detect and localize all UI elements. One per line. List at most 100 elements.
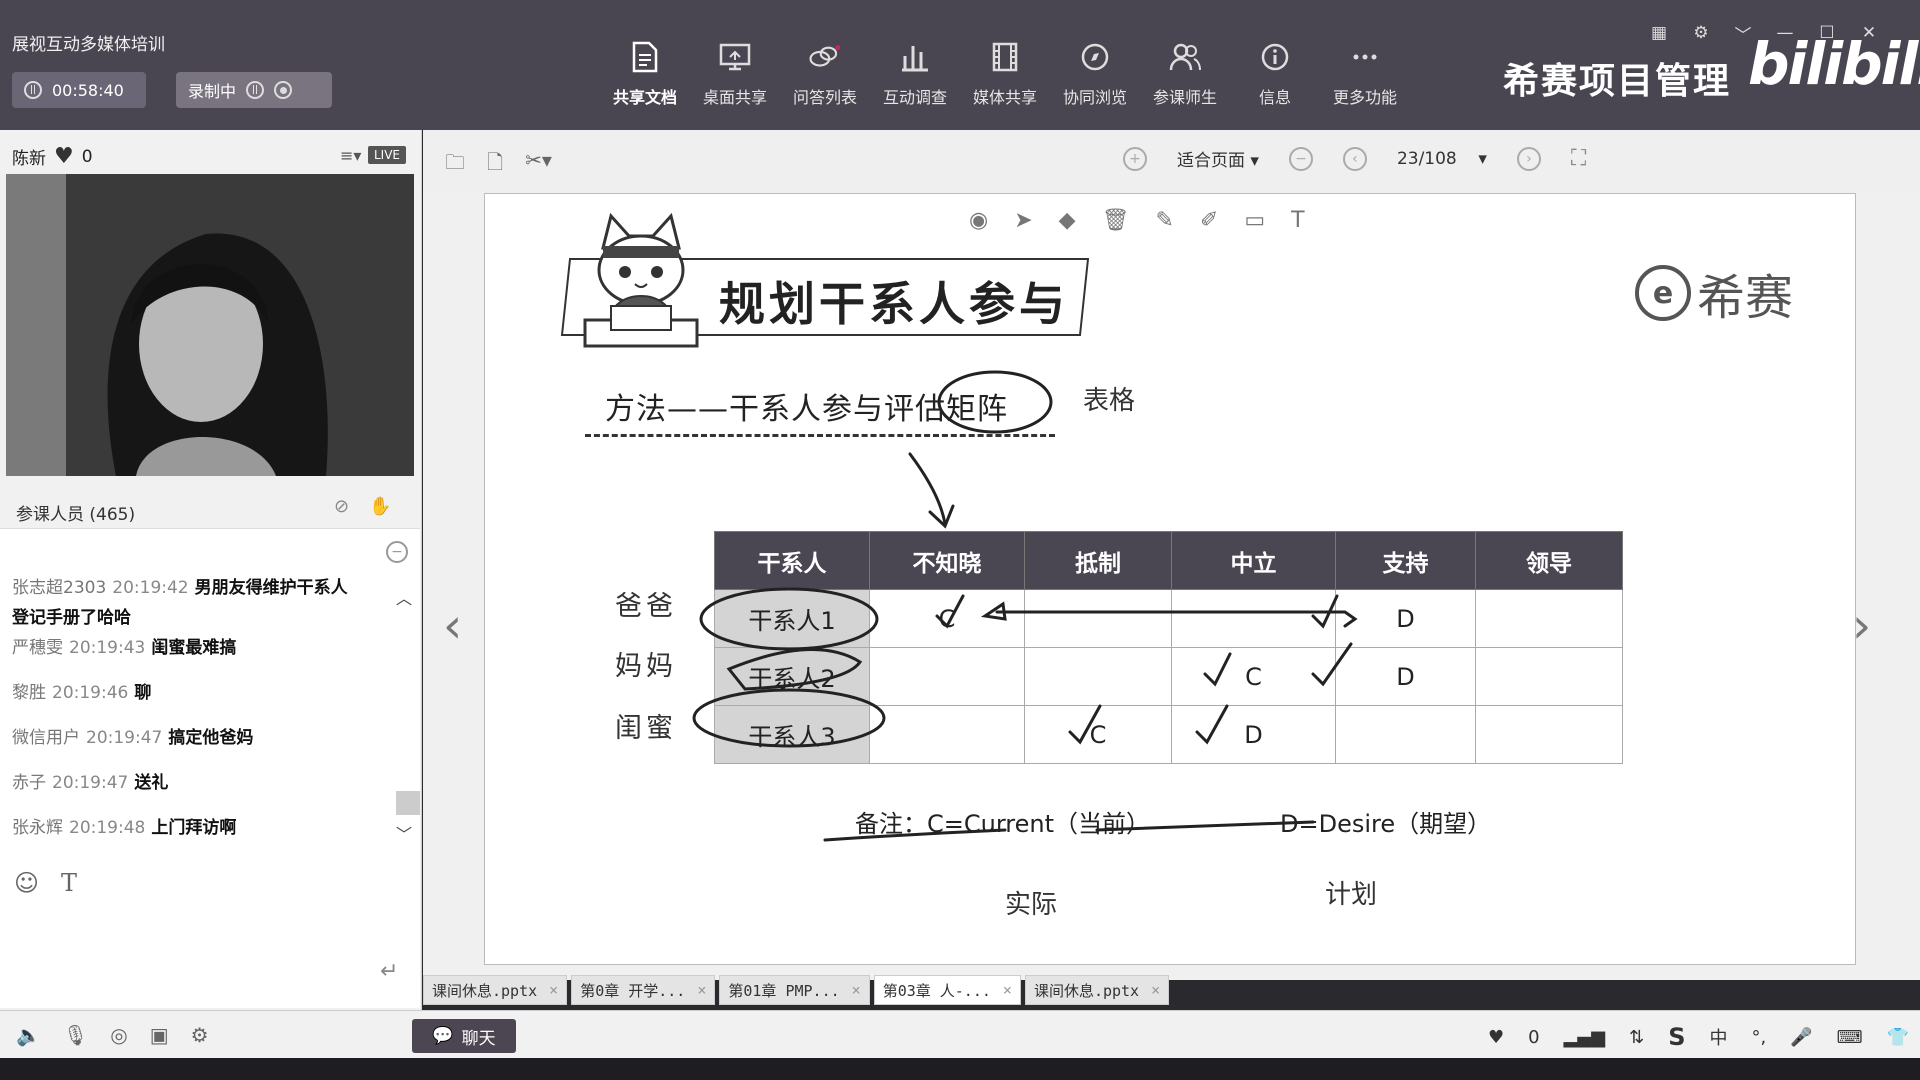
text-format-icon[interactable]: T: [61, 869, 77, 897]
presenter-row: 陈新 ♥ 0: [12, 144, 93, 169]
chat-scrollbar-thumb[interactable]: [396, 791, 420, 815]
recording-stop-icon[interactable]: [274, 81, 293, 99]
doc-tab[interactable]: 第0章 开学... ×: [571, 975, 716, 1005]
layout-icon[interactable]: ▦: [1648, 22, 1670, 44]
emoji-icon[interactable]: ☺: [14, 869, 39, 897]
matrix-header: 支持: [1335, 531, 1476, 590]
live-badge: LIVE: [368, 146, 407, 164]
tool-qa-list[interactable]: 问答列表: [780, 40, 870, 108]
prev-slide-arrow[interactable]: ‹: [443, 598, 462, 654]
tool-survey[interactable]: 互动调查: [870, 40, 960, 108]
voice-input-icon[interactable]: 🎤: [1790, 1027, 1812, 1048]
keyboard-icon[interactable]: ⌨: [1837, 1027, 1863, 1048]
open-folder-icon[interactable]: 🗀: [445, 148, 465, 182]
chat-tools: ☺ T: [14, 869, 77, 897]
status-area: ♥ 0 ▂▄▆ ⇅ S 中 °, 🎤 ⌨ 👕 ▦: [1488, 1023, 1920, 1051]
recording-status: 录制中 ||: [176, 72, 332, 108]
close-tab-icon[interactable]: ×: [1003, 981, 1012, 999]
annotation-tools: ◉ ➤ ◆ 🗑 ✎ ✐ ▭ T: [969, 208, 1305, 233]
text-tool-icon[interactable]: T: [1291, 208, 1304, 233]
attendees-count[interactable]: 参课人员 (465): [16, 500, 135, 525]
tool-desktop-share[interactable]: 桌面共享: [690, 40, 780, 108]
settings-icon[interactable]: ⚙: [191, 1023, 209, 1047]
matrix-cell: D: [1335, 589, 1476, 648]
heart-icon[interactable]: ♥: [54, 144, 74, 169]
image-icon[interactable]: ▣: [150, 1023, 169, 1047]
doc-tab[interactable]: 第01章 PMP... ×: [719, 975, 870, 1005]
pen-icon[interactable]: ✎: [1156, 208, 1174, 233]
desktop-share-icon: [718, 40, 752, 74]
matrix-cell: C: [1171, 647, 1336, 706]
signal-icon: ▂▄▆: [1563, 1026, 1606, 1048]
close-tab-icon[interactable]: ×: [1151, 981, 1160, 999]
tool-media-share[interactable]: 媒体共享: [960, 40, 1050, 108]
tool-share-document[interactable]: 共享文档: [600, 40, 690, 108]
speaker-icon[interactable]: 🔈: [16, 1023, 41, 1047]
matrix-header: 干系人: [714, 531, 870, 590]
chat-scroll-down-icon[interactable]: ﹀: [396, 821, 412, 845]
tool-participants[interactable]: 参课师生: [1140, 40, 1230, 108]
recording-pause-icon[interactable]: ||: [246, 81, 265, 99]
ime-language[interactable]: 中: [1710, 1024, 1728, 1050]
clear-icon[interactable]: 🗑: [1102, 208, 1130, 233]
document-icon: [628, 40, 662, 74]
doc-tab[interactable]: 课间休息.pptx ×: [423, 975, 568, 1005]
chat-collapse-icon[interactable]: −: [386, 541, 408, 563]
next-page-icon[interactable]: ›: [1516, 146, 1541, 171]
settings-gear-icon[interactable]: ⚙: [1690, 22, 1712, 44]
mute-all-icon[interactable]: ⊘: [334, 496, 349, 517]
zoom-out-icon[interactable]: −: [1288, 146, 1313, 171]
page-indicator[interactable]: 23/108 ▾: [1397, 149, 1487, 169]
network-arrows-icon: ⇅: [1629, 1026, 1645, 1048]
qa-bubble-icon: [808, 40, 842, 74]
matrix-header: 不知晓: [869, 531, 1025, 590]
matrix-cell: [1475, 705, 1623, 764]
scissors-icon[interactable]: ✂▾: [525, 148, 552, 182]
doc-tab[interactable]: 课间休息.pptx ×: [1024, 975, 1170, 1005]
fullscreen-icon[interactable]: ⛶: [1571, 146, 1586, 171]
new-page-icon[interactable]: 🗋: [487, 148, 503, 182]
matrix-cell: C: [869, 589, 1025, 648]
prev-page-icon[interactable]: ‹: [1342, 146, 1367, 171]
close-tab-icon[interactable]: ×: [549, 981, 558, 999]
chat-button[interactable]: 💬 聊天: [412, 1019, 516, 1053]
microphone-icon[interactable]: 🎙: [63, 1023, 88, 1047]
matrix-cell: [1024, 589, 1172, 648]
side-label-dad: 爸爸: [615, 591, 677, 622]
skin-icon[interactable]: 👕: [1887, 1027, 1909, 1048]
matrix-cell: 干系人1: [714, 589, 870, 648]
side-label-mom: 妈妈: [615, 651, 677, 682]
note-current: 备注：C=Current（当前）: [855, 810, 1151, 838]
like-heart-icon[interactable]: ♥: [1488, 1027, 1504, 1048]
raise-hand-icon[interactable]: ✋: [369, 496, 391, 517]
handwritten-plan: 计划: [1325, 880, 1378, 910]
matrix-cell: 干系人3: [714, 705, 870, 764]
tool-co-browse[interactable]: 协同浏览: [1050, 40, 1140, 108]
select-arrow-icon[interactable]: ➤: [1014, 208, 1032, 233]
recording-label: 录制中: [188, 82, 237, 101]
close-tab-icon[interactable]: ×: [852, 981, 861, 999]
close-tab-icon[interactable]: ×: [697, 981, 706, 999]
send-enter-icon[interactable]: ↵: [380, 959, 398, 984]
timer-value: 00:58:40: [52, 80, 124, 100]
chat-scroll-up-icon[interactable]: ︿: [396, 585, 412, 609]
matrix-cell: [1171, 589, 1336, 648]
rectangle-icon[interactable]: ▭: [1244, 208, 1265, 233]
matrix-row: 干系人3 C D: [714, 705, 1623, 764]
session-timer[interactable]: || 00:58:40: [12, 72, 146, 108]
eraser-icon[interactable]: ◆: [1059, 208, 1076, 233]
camera-icon[interactable]: ◎: [110, 1023, 127, 1047]
left-panel: 陈新 ♥ 0 ≡▾ LIVE 参课人员 (465) ⊘ ✋ − 张志超2303 2…: [0, 130, 422, 1058]
laser-pointer-icon[interactable]: ◉: [969, 208, 988, 233]
list-menu-icon[interactable]: ≡▾: [340, 146, 361, 165]
punctuation-icon[interactable]: °,: [1752, 1027, 1767, 1048]
zoom-in-icon[interactable]: +: [1123, 146, 1147, 171]
highlighter-icon[interactable]: ✐: [1200, 208, 1218, 233]
tool-info[interactable]: 信息: [1230, 40, 1320, 108]
ime-logo-icon[interactable]: S: [1668, 1023, 1685, 1051]
tool-more[interactable]: 更多功能: [1320, 40, 1410, 108]
fit-page-select[interactable]: 适合页面 ▾: [1177, 146, 1259, 171]
matrix-cell: C: [1024, 705, 1172, 764]
matrix-cell: [869, 705, 1025, 764]
doc-tab-active[interactable]: 第03章 人-... ×: [873, 975, 1021, 1005]
